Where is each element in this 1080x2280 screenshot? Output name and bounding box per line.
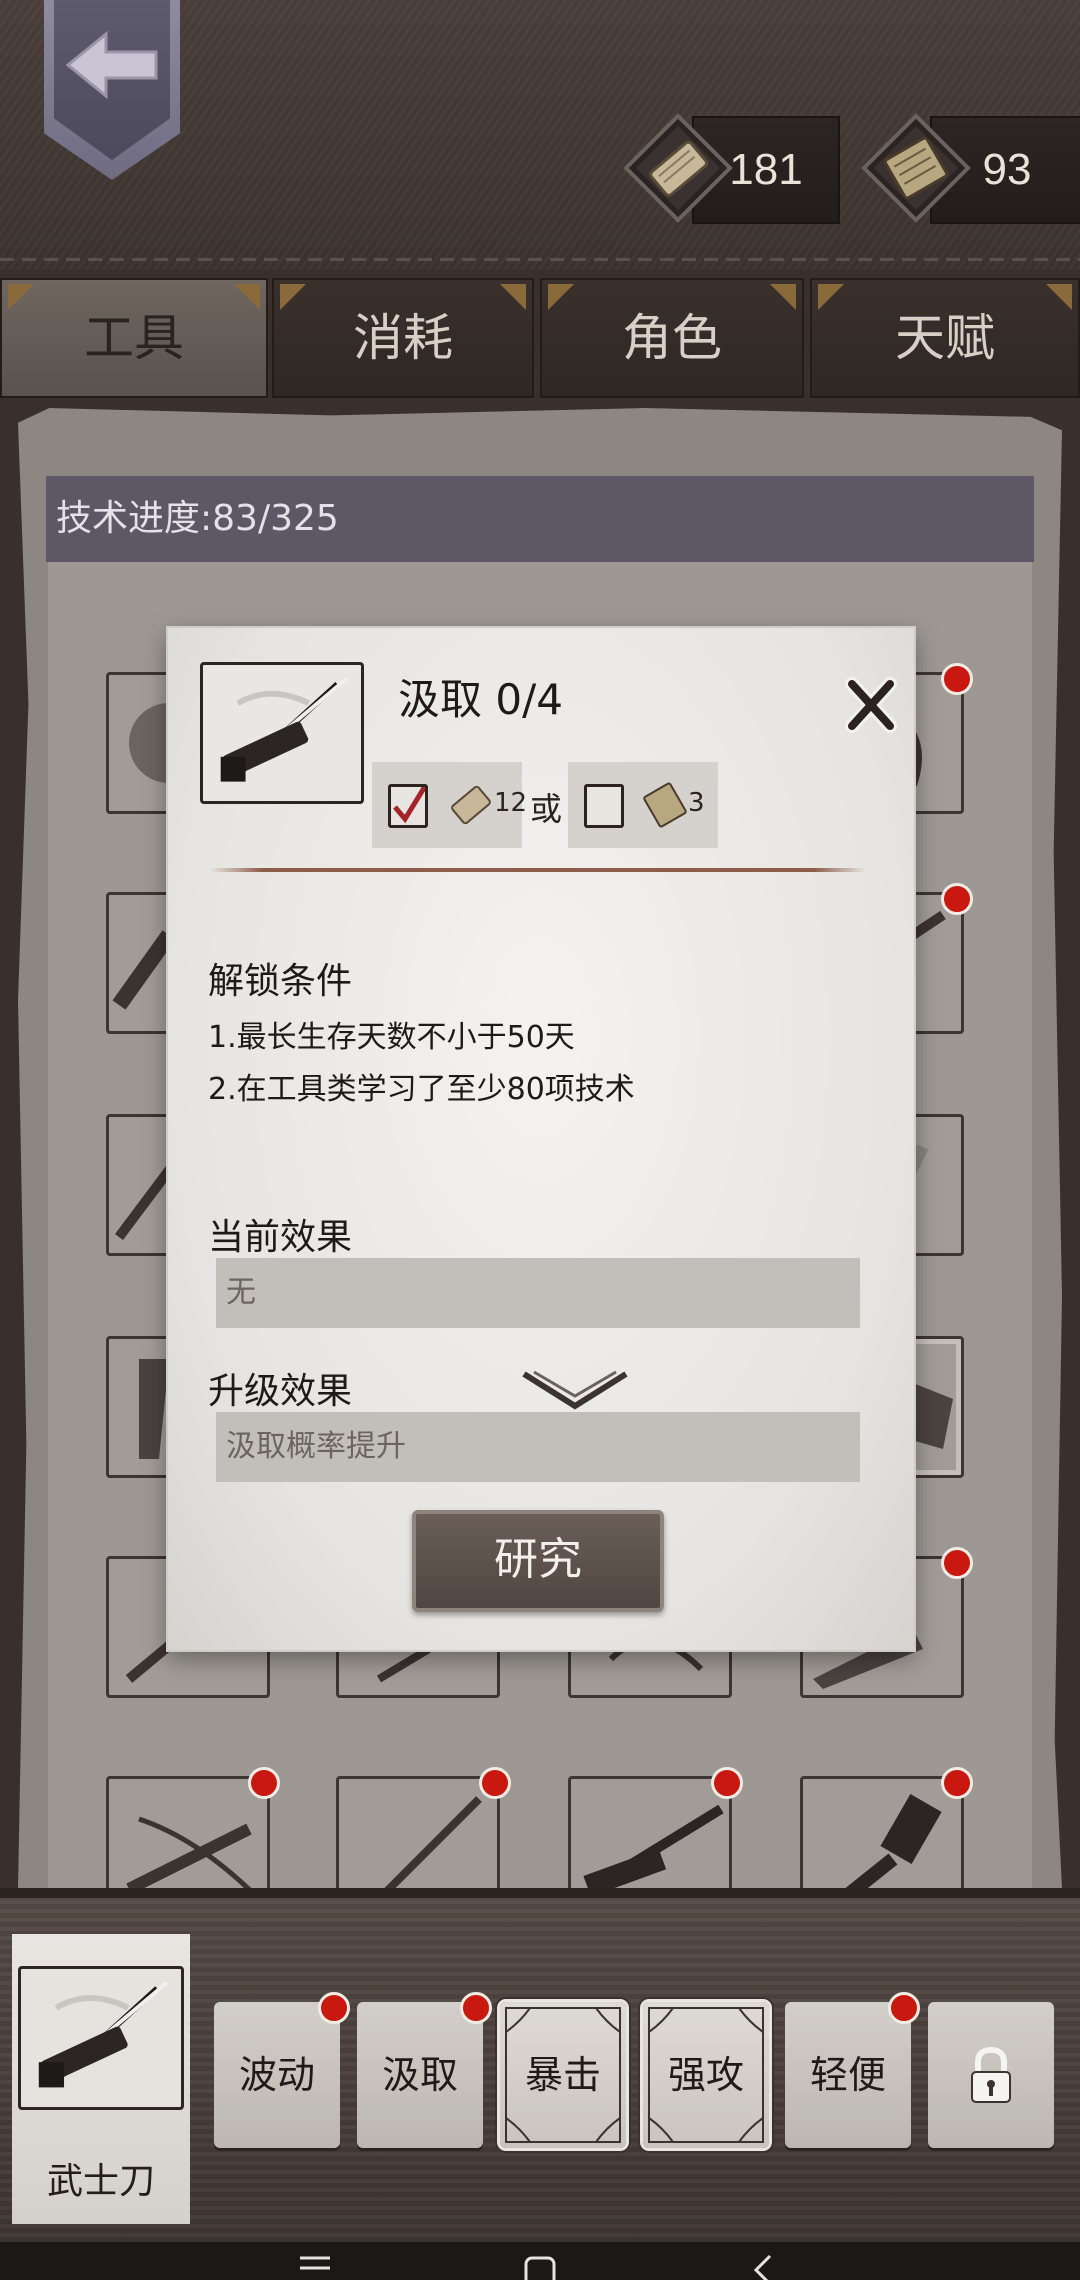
- checkmark-icon: [393, 781, 430, 824]
- tab-label: 消耗: [353, 309, 453, 367]
- tech-detail-dialog: 汲取 0/4 12 或 3 解锁条件 1.最长生存天数不小于50天 2.在工具类…: [168, 628, 914, 1650]
- skill-button-assault[interactable]: 强攻: [643, 2002, 769, 2148]
- scroll-icon: [451, 785, 491, 825]
- skill-button-critical[interactable]: 暴击: [500, 2002, 626, 2148]
- notification-dot: [479, 1767, 511, 1799]
- cost-checkbox-unchecked[interactable]: [584, 784, 624, 828]
- tab-corner-icon: [500, 284, 526, 310]
- cost-or-label: 或: [530, 790, 563, 828]
- skill-label: 暴击: [524, 2053, 601, 2097]
- cost-amount: 12: [494, 788, 528, 818]
- bottom-panel-edge: [0, 1888, 1080, 1898]
- book-icon: [643, 782, 687, 828]
- tab-talent[interactable]: 天赋: [810, 278, 1080, 398]
- current-effect-title: 当前效果: [208, 1217, 353, 1258]
- lock-icon: [971, 2046, 1011, 2103]
- book-icon: [861, 113, 971, 223]
- selected-item-card[interactable]: 武士刀: [12, 1934, 190, 2224]
- menu-icon[interactable]: [296, 2254, 334, 2280]
- notification-dot: [711, 1767, 743, 1799]
- dialog-title: 汲取 0/4: [398, 675, 563, 724]
- cost-checkbox-checked[interactable]: [388, 781, 430, 828]
- scroll-icon: [623, 113, 733, 223]
- tab-consumables[interactable]: 消耗: [272, 278, 534, 398]
- notification-dot: [941, 883, 973, 915]
- tab-corner-icon: [770, 284, 796, 310]
- notification-dot: [888, 1992, 920, 2024]
- tab-label: 天赋: [895, 309, 995, 367]
- cost-amount: 3: [688, 788, 705, 818]
- selected-item-icon-box: [18, 1966, 184, 2110]
- cost-option-book[interactable]: 3: [568, 762, 718, 848]
- close-icon[interactable]: [844, 674, 898, 736]
- tab-corner-icon: [818, 284, 844, 310]
- tab-corner-icon: [1046, 284, 1072, 310]
- header-stitch: [0, 258, 1080, 261]
- upgrade-effect-title: 升级效果: [208, 1371, 353, 1412]
- unlock-condition: 2.在工具类学习了至少80项技术: [208, 1072, 635, 1107]
- skill-button-light[interactable]: 轻便: [785, 2002, 911, 2148]
- katana-icon: [220, 676, 349, 782]
- tab-label: 工具: [84, 309, 184, 367]
- selected-item-label: 武士刀: [46, 2161, 155, 2202]
- notification-dot: [248, 1767, 280, 1799]
- skill-button-wave[interactable]: 波动: [214, 2002, 340, 2148]
- upgrade-effect-value: 汲取概率提升: [216, 1412, 860, 1482]
- tab-character[interactable]: 角色: [540, 278, 804, 398]
- system-navbar: [0, 2242, 1080, 2280]
- unlock-conditions-title: 解锁条件: [208, 961, 353, 1002]
- back-arrow-icon: [65, 30, 158, 100]
- cost-option-scroll[interactable]: 12: [372, 762, 527, 848]
- katana-icon: [38, 1981, 169, 2088]
- dialog-item-icon: [200, 662, 364, 804]
- tab-label: 角色: [622, 309, 722, 367]
- tech-progress: 技术进度:83/325: [46, 476, 1034, 562]
- tab-tools[interactable]: 工具: [0, 278, 268, 398]
- notification-dot: [460, 1992, 492, 2024]
- skill-label: 波动: [238, 2053, 315, 2097]
- skill-label: 轻便: [809, 2053, 886, 2097]
- notification-dot: [941, 1547, 973, 1579]
- home-icon[interactable]: [522, 2254, 558, 2280]
- skill-label: 汲取: [381, 2053, 458, 2097]
- notification-dot: [941, 1767, 973, 1799]
- notification-dot: [941, 663, 973, 695]
- tab-corner-icon: [234, 284, 260, 310]
- unlock-condition: 1.最长生存天数不小于50天: [208, 1020, 575, 1055]
- skill-button-locked[interactable]: [928, 2002, 1054, 2148]
- tab-corner-icon: [280, 284, 306, 310]
- notification-dot: [318, 1992, 350, 2024]
- current-effect-value: 无: [216, 1258, 860, 1328]
- tab-corner-icon: [8, 284, 34, 310]
- skill-label: 强攻: [667, 2053, 744, 2097]
- skill-button-absorb[interactable]: 汲取: [357, 2002, 483, 2148]
- chevron-down-icon[interactable]: [520, 1368, 630, 1412]
- tab-corner-icon: [548, 284, 574, 310]
- dialog-divider: [210, 868, 866, 872]
- back-nav-icon[interactable]: [748, 2254, 778, 2280]
- research-button[interactable]: 研究: [412, 1510, 664, 1612]
